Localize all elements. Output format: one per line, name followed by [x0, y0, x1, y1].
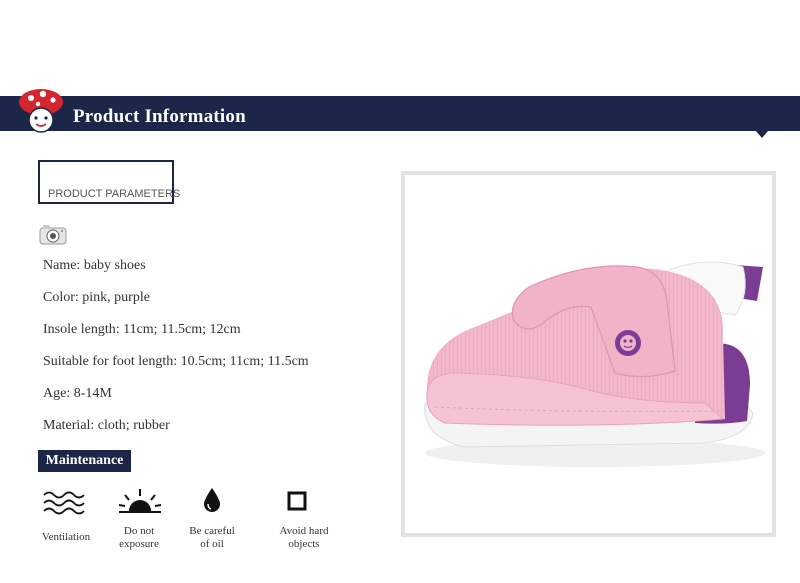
product-parameters-box: PRODUCT PARAMETERS — [38, 160, 180, 204]
spec-color: Color: pink, purple — [43, 290, 150, 305]
ventilation-label: Ventilation — [41, 531, 91, 543]
avoid-hard-objects-label: Avoid hard objects — [279, 525, 329, 550]
square-icon — [287, 491, 307, 511]
product-photo-frame — [401, 171, 776, 537]
spec-foot-length: Suitable for foot length: 10.5cm; 11cm; … — [43, 354, 309, 369]
product-parameters-label: PRODUCT PARAMETERS — [48, 188, 181, 200]
drop-icon — [204, 488, 220, 512]
page-title: Product Information — [73, 106, 246, 127]
maintenance-badge: Maintenance — [38, 450, 131, 472]
camera-icon — [39, 225, 67, 245]
banner-notch — [756, 131, 768, 138]
waves-icon — [43, 491, 85, 515]
spec-insole-length: Insole length: 11cm; 11.5cm; 12cm — [43, 322, 241, 337]
sun-icon — [118, 489, 162, 513]
mushroom-mascot-icon — [19, 89, 63, 133]
spec-name: Name: baby shoes — [43, 258, 146, 273]
baby-shoe-image — [424, 261, 765, 467]
spec-age: Age: 8-14M — [43, 386, 112, 401]
spec-material: Material: cloth; rubber — [43, 418, 170, 433]
do-not-exposure-label: Do not exposure — [119, 525, 159, 550]
be-careful-of-oil-label: Be careful of oil — [189, 525, 235, 550]
